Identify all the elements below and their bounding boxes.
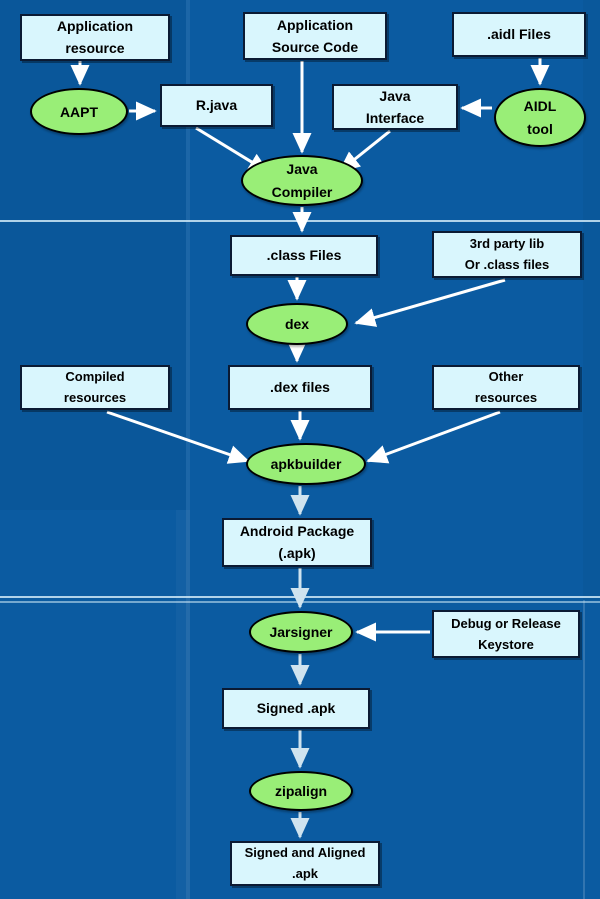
node-label: Java [286, 161, 318, 177]
node-label: Compiler [271, 184, 333, 200]
node-label: Other [488, 369, 524, 385]
node-r-java[interactable]: R.java [160, 84, 273, 127]
node-label: Application [56, 18, 134, 35]
node-class-files[interactable]: .class Files [230, 235, 378, 276]
node-label: Source Code [271, 38, 359, 55]
node-aidl-tool[interactable]: AIDL tool [494, 88, 586, 147]
node-label: Signed .apk [256, 700, 336, 717]
edge-compiledres-to-apkbuilder [106, 410, 250, 464]
node-zipalign[interactable]: zipalign [249, 771, 353, 811]
node-label: apkbuilder [270, 456, 342, 472]
node-application-resource[interactable]: Application resource [20, 14, 170, 61]
node-label: AIDL [523, 98, 557, 114]
node-label: Interface [365, 109, 425, 126]
node-label: R.java [195, 97, 238, 114]
node-java-compiler[interactable]: Java Compiler [241, 155, 363, 206]
node-label: dex [284, 316, 310, 332]
node-label: .dex files [270, 379, 330, 396]
node-debug-or-release-keystore[interactable]: Debug or Release Keystore [432, 610, 580, 658]
node-label: .apk [291, 866, 318, 881]
node-label: (.apk) [278, 545, 316, 561]
node-label: resources [63, 390, 127, 405]
node-label: resources [474, 390, 538, 405]
node-label: Android Package [239, 523, 355, 540]
node-compiled-resources[interactable]: Compiled resources [20, 365, 170, 410]
node-label: tool [527, 121, 553, 137]
node-label: Signed and Aligned [244, 845, 366, 861]
node-dex-files[interactable]: .dex files [228, 365, 372, 410]
node-signed-and-aligned-apk[interactable]: Signed and Aligned .apk [230, 841, 380, 886]
node-label: Jarsigner [269, 624, 333, 640]
node-label: Debug or Release [451, 615, 561, 631]
node-label: .aidl Files [487, 26, 551, 43]
edge-thirdparty-to-dex [354, 278, 506, 327]
diagram-canvas: Application resource Application Source … [0, 0, 600, 899]
node-apkbuilder[interactable]: apkbuilder [246, 443, 366, 485]
node-label: Compiled [65, 369, 125, 385]
node-label: Keystore [478, 636, 534, 652]
node-label: 3rd party lib [469, 236, 545, 252]
node-android-package[interactable]: Android Package (.apk) [222, 518, 372, 567]
node-java-interface[interactable]: Java Interface [332, 84, 458, 130]
node-third-party-lib[interactable]: 3rd party lib Or .class files [432, 231, 582, 278]
node-jarsigner[interactable]: Jarsigner [249, 611, 353, 653]
node-aapt[interactable]: AAPT [30, 88, 128, 135]
node-label: zipalign [274, 783, 328, 799]
node-label: Or .class files [464, 257, 550, 272]
node-other-resources[interactable]: Other resources [432, 365, 580, 410]
node-label: .class Files [266, 247, 342, 264]
node-label: AAPT [59, 103, 99, 120]
node-dex[interactable]: dex [246, 303, 348, 345]
node-aidl-files[interactable]: .aidl Files [452, 12, 586, 57]
node-label: Java [379, 87, 411, 104]
node-label: Application [276, 16, 354, 33]
node-application-source-code[interactable]: Application Source Code [243, 12, 387, 60]
edge-otherres-to-apkbuilder [366, 410, 501, 464]
node-signed-apk[interactable]: Signed .apk [222, 688, 370, 729]
node-label: resource [65, 40, 125, 56]
